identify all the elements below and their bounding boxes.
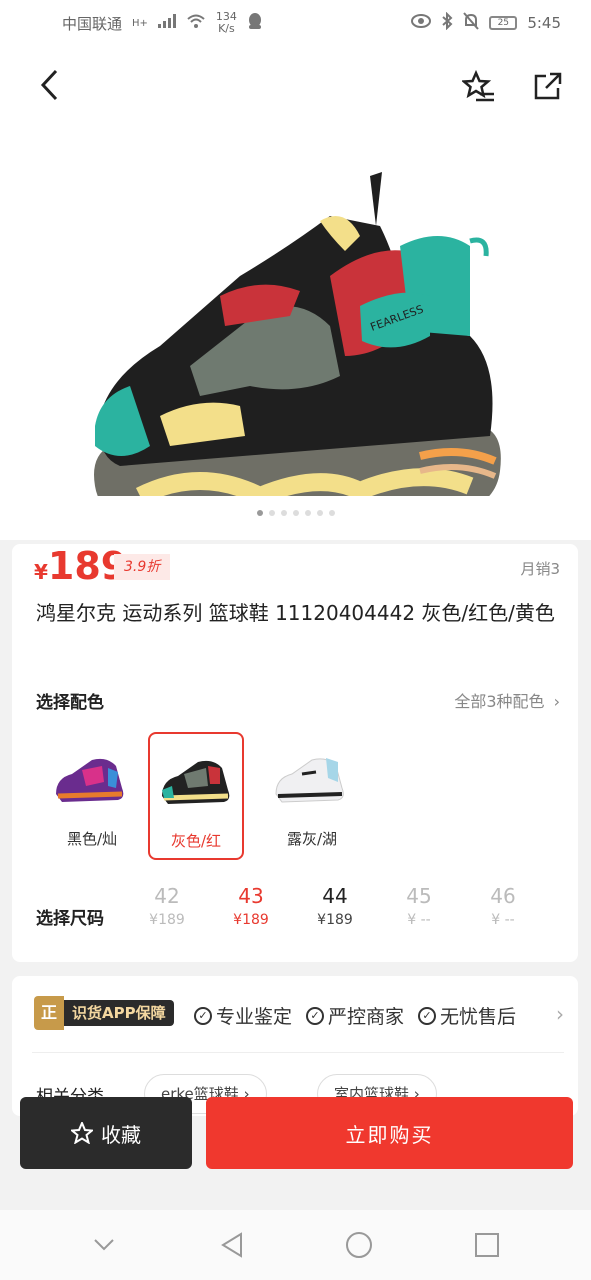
system-nav-bar: [0, 1210, 591, 1280]
back-button[interactable]: [38, 68, 68, 102]
color-section-label: 选择配色: [36, 693, 104, 713]
nav-home-button[interactable]: [339, 1225, 379, 1265]
carousel-dot: [292, 510, 299, 516]
size-option-selected[interactable]: 43 ¥189: [226, 884, 276, 928]
check-circle-icon: ✓: [194, 1006, 212, 1025]
size-price: ¥ --: [491, 912, 515, 928]
carousel-dot: [316, 510, 323, 516]
divider: [32, 1052, 564, 1053]
authentic-icon: 正: [34, 996, 64, 1030]
nav-hide-button[interactable]: [84, 1225, 124, 1265]
clock-time: 5:45: [527, 14, 561, 32]
size-option[interactable]: 44 ¥189: [310, 884, 360, 928]
star-icon: [71, 1122, 93, 1144]
size-price: ¥189: [317, 912, 353, 928]
buy-now-button[interactable]: 立即购买: [206, 1097, 573, 1169]
color-option-label: 露灰/湖: [286, 830, 338, 848]
product-info-card: ¥ 189 3.9折 月销3 鸿星尔克 运动系列 篮球鞋 11120404442…: [12, 544, 578, 962]
signal-icon: [157, 14, 176, 32]
shoe-thumbnail: [56, 758, 124, 802]
status-bar: 中国联通 H+ 134 K/s 25 5:45: [0, 0, 591, 46]
product-image: FEARLESS: [94, 172, 501, 496]
product-image-carousel[interactable]: FEARLESS: [0, 126, 591, 540]
size-value: 46: [490, 884, 516, 908]
nav-back-button[interactable]: [212, 1225, 252, 1265]
wifi-icon: [186, 13, 206, 33]
carousel-dot: [280, 510, 287, 516]
nav-recents-button[interactable]: [467, 1225, 507, 1265]
guarantee-badge-text: 识货APP保障: [64, 1000, 174, 1026]
guarantee-item: ✓ 严控商家: [306, 1002, 404, 1029]
bluetooth-icon: [441, 11, 453, 34]
shoe-thumbnail: [162, 760, 230, 804]
chevron-right-icon: ›: [556, 1002, 564, 1026]
circle-home-icon: [346, 1232, 373, 1258]
carrier-label: 中国联通: [62, 14, 123, 33]
color-option-label: 黑色/灿: [66, 830, 118, 848]
size-price: ¥189: [149, 912, 185, 928]
size-section-label: 选择尺码: [36, 909, 104, 929]
favorite-button[interactable]: 收藏: [20, 1097, 192, 1169]
share-button[interactable]: [532, 70, 566, 104]
qq-icon: [247, 12, 263, 34]
size-option[interactable]: 46 ¥ --: [478, 884, 528, 928]
eye-icon: [411, 14, 432, 32]
size-value: 44: [322, 884, 348, 908]
currency-symbol: ¥: [34, 560, 48, 584]
square-recents-icon: [475, 1233, 500, 1257]
guarantee-item: ✓ 无忧售后: [418, 1002, 516, 1029]
guarantee-badge: 正 识货APP保障: [34, 996, 174, 1030]
network-speed: 134 K/s: [215, 10, 237, 35]
favorite-list-button[interactable]: [460, 69, 496, 104]
carousel-dot: [304, 510, 311, 516]
size-value: 45: [406, 884, 432, 908]
triangle-back-icon: [220, 1232, 242, 1258]
carousel-dot: [268, 510, 275, 516]
color-option[interactable]: 黑色/灿: [44, 732, 140, 860]
monthly-sales: 月销3: [520, 560, 560, 578]
buy-now-label: 立即购买: [345, 1122, 434, 1147]
battery-icon: 25: [489, 16, 518, 30]
color-option-selected[interactable]: 灰色/红: [148, 732, 244, 860]
color-option[interactable]: 露灰/湖: [264, 732, 360, 860]
guarantee-item: ✓ 专业鉴定: [194, 1002, 292, 1029]
product-title: 鸿星尔克 运动系列 篮球鞋 11120404442 灰色/红色/黄色: [36, 601, 555, 625]
mute-bell-icon: [463, 12, 480, 34]
check-circle-icon: ✓: [306, 1006, 325, 1025]
color-option-label: 灰色/红: [170, 832, 222, 850]
size-value: 42: [154, 884, 180, 908]
size-option[interactable]: 45 ¥ --: [394, 884, 444, 928]
carousel-dot: [328, 510, 335, 516]
star-list-icon: [460, 69, 494, 102]
favorite-label: 收藏: [101, 1122, 141, 1147]
guarantee-list: ✓ 专业鉴定 ✓ 严控商家 ✓ 无忧售后: [194, 1002, 516, 1029]
chevron-right-icon: ›: [553, 692, 560, 711]
chevron-down-icon: [94, 1239, 114, 1251]
size-option[interactable]: 42 ¥189: [142, 884, 192, 928]
shoe-thumbnail: [275, 758, 344, 803]
check-circle-icon: ✓: [418, 1006, 437, 1025]
carousel-dots: [0, 510, 591, 516]
network-type: H+: [132, 17, 148, 29]
guarantee-card[interactable]: 正 识货APP保障 ✓专业鉴定 ✓严控商家 ✓无忧售后 › 相关分类 erke篮…: [12, 976, 578, 1116]
size-price: ¥ --: [407, 912, 431, 928]
discount-badge: 3.9折: [114, 554, 171, 580]
size-value: 43: [238, 884, 264, 908]
share-icon: [534, 72, 562, 100]
top-header: [0, 46, 591, 126]
size-price: ¥189: [233, 912, 269, 928]
chevron-left-icon: [40, 69, 58, 101]
carousel-dot: [256, 510, 263, 516]
all-colors-link[interactable]: 全部3种配色 ›: [454, 688, 560, 712]
